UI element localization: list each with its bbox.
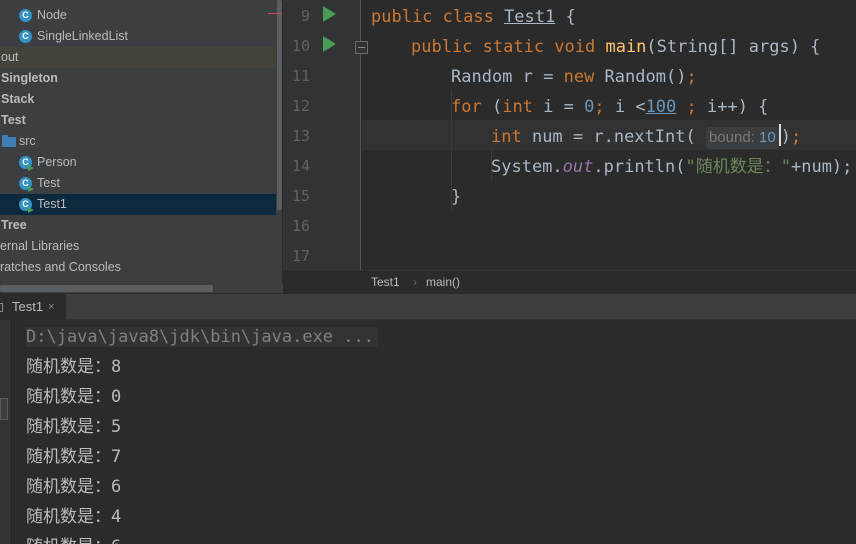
run-class-icon[interactable] (323, 6, 336, 22)
tree-item-out[interactable]: out (0, 47, 283, 68)
tree-item-label: ratches and Consoles (0, 260, 121, 274)
code-line-10: public static void main(String[] args) { (411, 37, 821, 57)
console-output-line: 随机数是：4 (26, 507, 122, 527)
tree-item-test-module[interactable]: Test (0, 110, 283, 131)
tree-item-label: SingleLinkedList (37, 29, 129, 43)
line-number: 13 (291, 127, 310, 145)
tree-item-label: Stack (1, 92, 35, 106)
line-number: 10 (291, 37, 310, 55)
class-icon: C (19, 198, 34, 213)
tree-item-tree[interactable]: Tree (0, 215, 283, 236)
code-editor[interactable]: 9 10 11 12 13 14 15 16 17 public class T… (283, 0, 856, 293)
tree-item-test1[interactable]: C Test1 (0, 194, 283, 215)
console-output-line: 随机数是：0 (26, 387, 122, 407)
tree-item-label: out (1, 50, 19, 64)
editor-gutter: 9 10 11 12 13 14 15 16 17 (283, 0, 361, 270)
parameter-hint: bound: 10 (705, 127, 779, 149)
tree-item-label: ernal Libraries (0, 239, 80, 253)
tree-item-external-libraries[interactable]: ernal Libraries (0, 236, 283, 257)
tree-item-label: Person (37, 155, 77, 169)
tree-item-label: Singleton (1, 71, 58, 85)
breadcrumb: Test1 › main() (283, 270, 856, 293)
project-tree: C Node C SingleLinkedList out Singleton … (0, 0, 283, 293)
runnable-badge-icon (28, 186, 34, 192)
project-vertical-scroll-thumb[interactable] (277, 0, 282, 210)
line-number: 17 (291, 247, 310, 265)
code-line-15: } (451, 187, 462, 207)
breadcrumb-class[interactable]: Test1 (371, 271, 400, 294)
tree-item-label: Tree (1, 218, 27, 232)
tree-item-src[interactable]: src (0, 131, 283, 152)
console-toolbar (0, 320, 10, 544)
breadcrumb-method[interactable]: main() (426, 271, 460, 294)
line-number: 11 (291, 67, 310, 85)
tree-item-label: Node (37, 8, 67, 22)
class-icon: C (19, 156, 34, 171)
run-tab[interactable]: Test1 × (0, 294, 66, 320)
close-icon[interactable]: × (48, 294, 54, 320)
console-output-line: 随机数是：8 (26, 357, 122, 377)
tree-item-label: Test (1, 113, 26, 127)
run-tool-window-header: Test1 × (0, 293, 856, 320)
tree-item-scratches[interactable]: ratches and Consoles (0, 257, 283, 278)
console-output-line: 随机数是：5 (26, 417, 122, 437)
project-horizontal-scroll-thumb[interactable] (0, 285, 213, 292)
console-output-line: 随机数是：7 (26, 447, 122, 467)
line-number: 16 (291, 217, 310, 235)
tree-item-label: src (19, 134, 36, 148)
fold-icon[interactable] (355, 41, 368, 54)
runnable-badge-icon (28, 165, 34, 171)
tree-item-node[interactable]: C Node (0, 5, 283, 26)
folder-icon (2, 135, 16, 147)
console-output-line: 随机数是：6 (26, 477, 122, 497)
code-line-11: Random r = new Random(); (451, 67, 697, 87)
breadcrumb-separator: › (413, 275, 417, 289)
line-number: 9 (300, 7, 310, 25)
code-line-12: for (int i = 0; i <100 ; i++) { (451, 97, 769, 117)
tree-item-label: Test (37, 176, 60, 190)
code-line-13: int num = r.nextInt( bound: 10); (491, 122, 801, 152)
line-number: 15 (291, 187, 310, 205)
tree-item-person[interactable]: C Person (0, 152, 283, 173)
run-config-icon (0, 303, 3, 312)
run-tab-label: Test1 (12, 299, 44, 314)
run-console[interactable]: D:\java\java8\jdk\bin\java.exe ... 随机数是：… (0, 320, 856, 544)
tree-item-stack[interactable]: Stack (0, 89, 283, 110)
class-icon: C (19, 9, 32, 22)
runnable-badge-icon (28, 207, 34, 213)
code-line-9: public class Test1 { (371, 7, 576, 27)
tree-item-singleton[interactable]: Singleton (0, 68, 283, 89)
console-command-line: D:\java\java8\jdk\bin\java.exe ... (26, 322, 378, 352)
console-output-line: 随机数是：6 (26, 532, 121, 544)
tree-item-label: Test1 (37, 197, 67, 211)
class-icon: C (19, 30, 32, 43)
class-icon: C (19, 177, 34, 192)
tree-item-singlelinkedlist[interactable]: C SingleLinkedList (0, 26, 283, 47)
run-main-icon[interactable] (323, 36, 336, 52)
tree-item-test[interactable]: C Test (0, 173, 283, 194)
console-toolbar-button[interactable] (0, 398, 8, 420)
line-number: 14 (291, 157, 310, 175)
line-number: 12 (291, 97, 310, 115)
code-line-14: System.out.println("随机数是："+num); (491, 157, 853, 177)
error-marker (268, 13, 282, 14)
